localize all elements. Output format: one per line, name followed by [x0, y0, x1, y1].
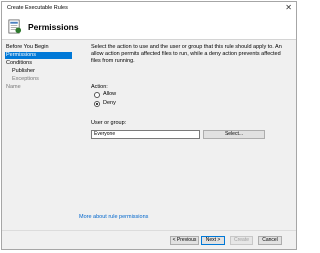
window-title: Create Executable Rules [7, 5, 68, 11]
deny-radio[interactable] [94, 101, 100, 107]
nav-item-before-you-begin[interactable]: Before You Begin [6, 44, 49, 51]
allow-radio[interactable] [94, 92, 100, 98]
permissions-description: Select the action to use and the user or… [91, 44, 282, 64]
previous-button[interactable]: < Previous [170, 236, 199, 245]
nav-item-conditions[interactable]: Conditions [6, 60, 32, 67]
page-title: Permissions [28, 22, 79, 32]
nav-item-exceptions: Exceptions [12, 76, 39, 82]
radio-selected-dot [96, 103, 98, 105]
create-executable-rules-window: Create Executable Rules ✕ Permissions Be… [1, 1, 297, 250]
allow-label[interactable]: Allow [103, 91, 116, 98]
user-or-group-field[interactable]: Everyone [91, 130, 200, 139]
select-button[interactable]: Select... [203, 130, 265, 139]
permissions-panel: Select the action to use and the user or… [87, 40, 292, 225]
footer-divider [2, 230, 296, 231]
close-icon[interactable]: ✕ [285, 3, 292, 13]
wizard-header: Permissions [2, 15, 296, 40]
more-about-rule-permissions-link[interactable]: More about rule permissions [79, 214, 148, 220]
next-button[interactable]: Next > [201, 236, 225, 245]
user-or-group-label: User or group: [91, 120, 127, 126]
title-bar: Create Executable Rules ✕ [2, 2, 296, 15]
wizard-steps-nav: Before You Begin Permissions Conditions … [2, 40, 74, 220]
deny-label[interactable]: Deny [103, 100, 116, 107]
nav-item-permissions[interactable]: Permissions [5, 52, 72, 59]
nav-item-name: Name [6, 84, 21, 90]
action-label: Action: [91, 84, 108, 90]
create-button: Create [230, 236, 253, 245]
rule-wizard-icon [8, 19, 22, 34]
cancel-button[interactable]: Cancel [258, 236, 282, 245]
nav-item-publisher[interactable]: Publisher [12, 68, 35, 75]
